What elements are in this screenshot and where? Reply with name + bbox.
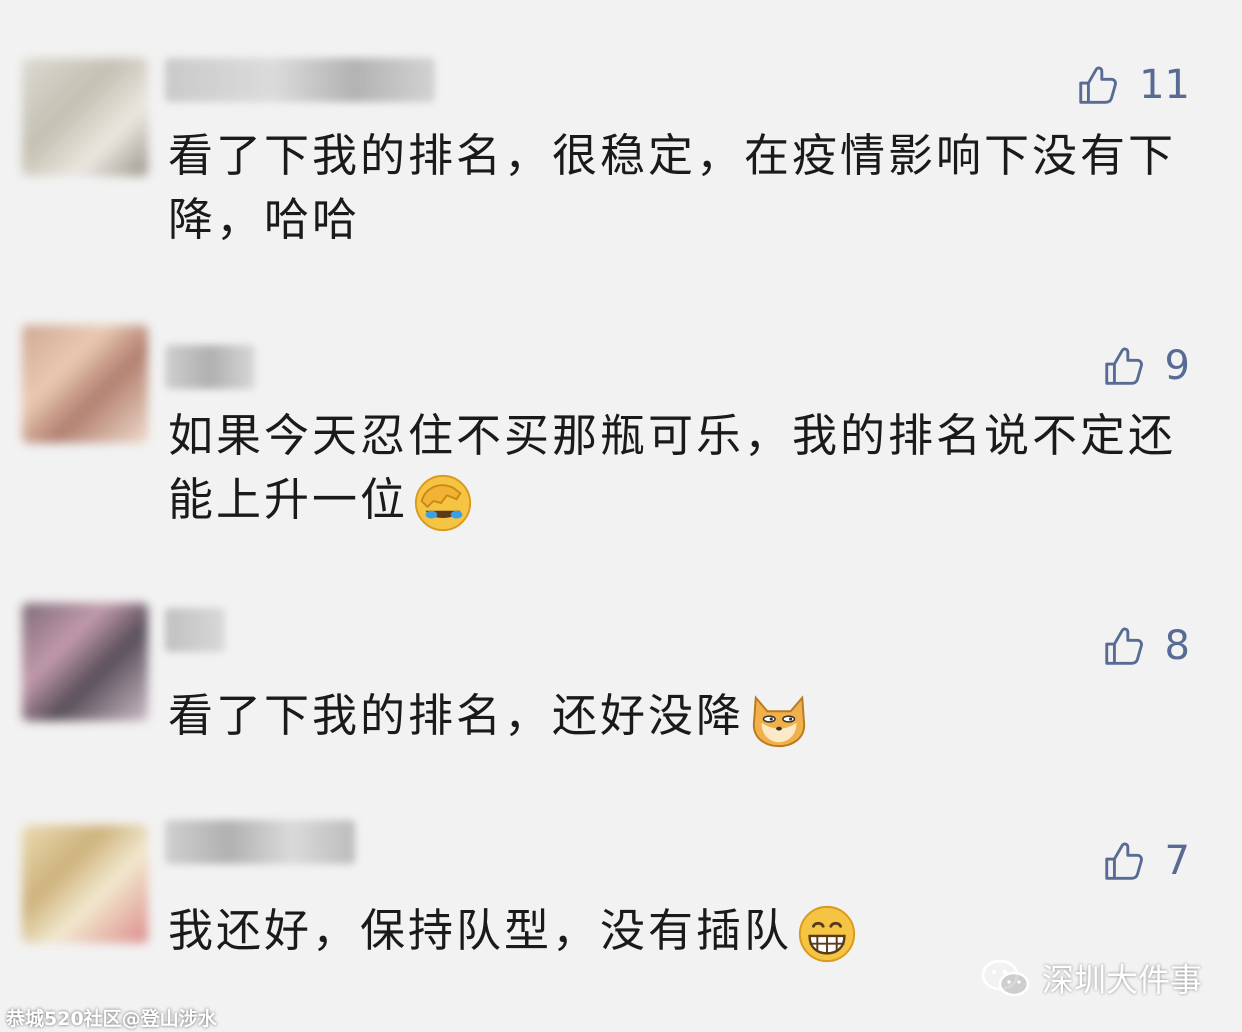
source-account-name: 深圳大件事 (1041, 961, 1202, 999)
comment-text-content: 看了下我的排名，还好没降 (168, 689, 745, 742)
wechat-icon (980, 958, 1032, 998)
like-button[interactable]: 11 (1075, 62, 1190, 108)
thumbs-up-icon (1101, 838, 1147, 884)
like-count: 11 (1139, 62, 1190, 108)
doge-emoji (748, 688, 810, 750)
thumbs-up-icon (1075, 62, 1121, 108)
comment-text: 如果今天忍住不买那瓶可乐，我的排名说不定还能上升一位 (168, 404, 1198, 534)
avatar[interactable] (22, 825, 148, 943)
watermark: 恭城520社区@登山涉水 (6, 1008, 217, 1030)
facepalm-laughing-emoji (412, 472, 474, 534)
avatar[interactable] (22, 58, 148, 176)
like-button[interactable]: 9 (1101, 343, 1190, 389)
like-count: 9 (1164, 343, 1190, 389)
like-button[interactable]: 7 (1101, 838, 1190, 884)
nickname[interactable] (165, 345, 255, 389)
comment-text-content: 看了下我的排名，很稳定，在疫情影响下没有下降，哈哈 (168, 129, 1177, 246)
avatar[interactable] (22, 325, 148, 443)
avatar[interactable] (22, 603, 148, 721)
comment-text-content: 我还好，保持队型，没有插队 (168, 904, 793, 957)
nickname[interactable] (165, 58, 435, 102)
thumbs-up-icon (1101, 343, 1147, 389)
like-count: 7 (1164, 838, 1190, 884)
grinning-emoji (796, 903, 858, 965)
thumbs-up-icon (1101, 623, 1147, 669)
nickname[interactable] (165, 820, 355, 864)
comment-text-content: 如果今天忍住不买那瓶可乐，我的排名说不定还能上升一位 (168, 409, 1177, 526)
like-button[interactable]: 8 (1101, 623, 1190, 669)
nickname[interactable] (165, 608, 225, 652)
comment-text: 看了下我的排名，还好没降 (168, 684, 1198, 750)
comment-text: 看了下我的排名，很稳定，在疫情影响下没有下降，哈哈 (168, 124, 1198, 252)
like-count: 8 (1164, 623, 1190, 669)
source-badge: 深圳大件事 (980, 955, 1202, 1001)
